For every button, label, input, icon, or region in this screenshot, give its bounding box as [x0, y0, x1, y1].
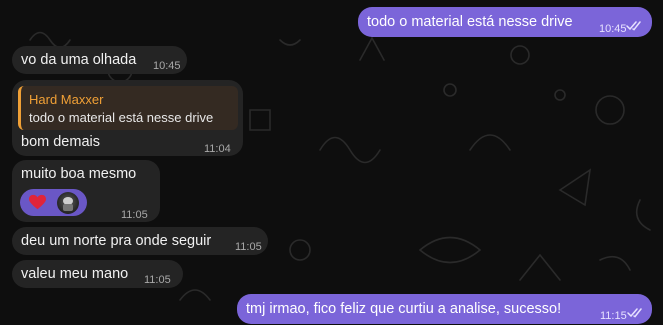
message-incoming[interactable]: deu um norte pra onde seguir 11:05 — [12, 227, 268, 255]
reply-author: Hard Maxxer — [29, 92, 104, 107]
message-time: 10:45 — [153, 60, 181, 72]
message-time: 11:15 — [600, 310, 627, 322]
reactor-avatar[interactable] — [57, 192, 79, 214]
message-text: bom demais — [21, 134, 100, 150]
message-outgoing[interactable]: tmj irmao, fico feliz que curtiu a anali… — [237, 294, 652, 324]
read-checkmarks-icon — [626, 21, 641, 31]
message-text: muito boa mesmo — [21, 166, 137, 182]
message-time: 10:45 — [599, 23, 627, 35]
message-time: 11:05 — [235, 241, 262, 253]
reply-text: todo o material está nesse drive — [29, 110, 214, 125]
message-time: 11:05 — [121, 209, 148, 221]
message-incoming[interactable]: vo da uma olhada 10:45 — [12, 46, 187, 74]
message-outgoing[interactable]: todo o material está nesse drive 10:45 — [358, 7, 652, 37]
message-text: valeu meu mano — [21, 266, 129, 282]
message-text: tmj irmao, fico feliz que curtiu a anali… — [246, 301, 562, 317]
message-incoming[interactable]: muito boa mesmo 11:05 — [12, 160, 160, 222]
heart-icon[interactable] — [29, 194, 46, 211]
message-text: todo o material está nesse drive — [367, 14, 573, 30]
reaction-bar[interactable] — [20, 189, 87, 216]
message-time: 11:04 — [204, 143, 231, 155]
message-incoming-reply[interactable]: Hard Maxxer todo o material está nesse d… — [12, 80, 243, 156]
message-text: vo da uma olhada — [21, 52, 137, 68]
message-incoming[interactable]: valeu meu mano 11:05 — [12, 260, 183, 288]
reply-quote[interactable]: Hard Maxxer todo o material está nesse d… — [18, 86, 238, 130]
read-checkmarks-icon — [627, 308, 642, 318]
message-time: 11:05 — [144, 274, 171, 286]
message-text: deu um norte pra onde seguir — [21, 233, 212, 249]
